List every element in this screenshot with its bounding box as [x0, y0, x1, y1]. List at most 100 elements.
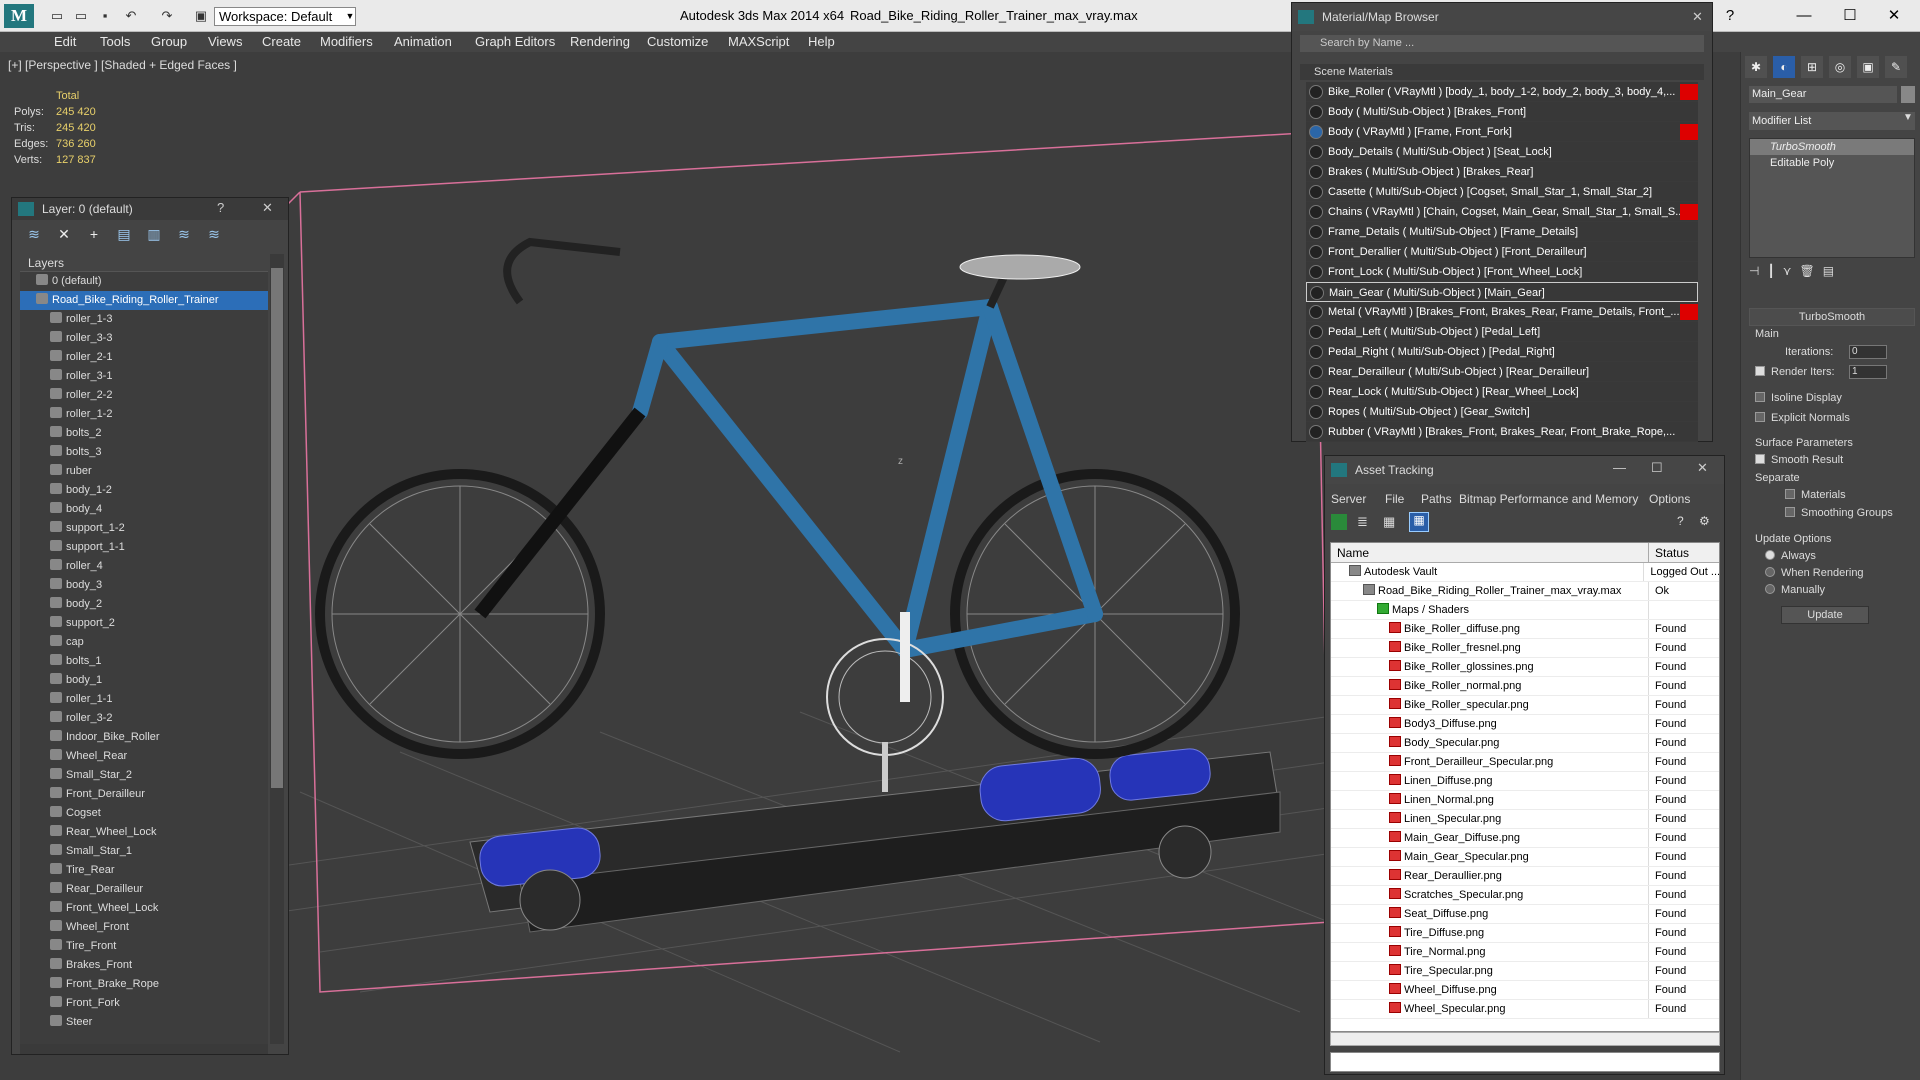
asset-row[interactable]: Linen_Normal.png Found	[1331, 791, 1719, 810]
menu-create[interactable]: Create	[262, 34, 301, 49]
layer-item[interactable]: Wheel_Rear	[20, 747, 268, 766]
material-item[interactable]: Ropes ( Multi/Sub-Object ) [Gear_Switch]	[1306, 402, 1698, 422]
always-radio[interactable]	[1765, 550, 1775, 560]
menu-group[interactable]: Group	[151, 34, 187, 49]
asset-row[interactable]: Road_Bike_Riding_Roller_Trainer_max_vray…	[1331, 582, 1719, 601]
column-name[interactable]: Name	[1331, 543, 1649, 562]
layer-item[interactable]: Cogset	[20, 804, 268, 823]
pin-stack-icon[interactable]: ⊣	[1749, 264, 1759, 284]
material-search-input[interactable]: Search by Name ...	[1300, 35, 1704, 52]
close-icon[interactable]: ✕	[1876, 4, 1912, 28]
add-icon[interactable]: +	[84, 224, 104, 244]
layer-item[interactable]: Tire_Front	[20, 937, 268, 956]
material-item[interactable]: Frame_Details ( Multi/Sub-Object ) [Fram…	[1306, 222, 1698, 242]
manually-radio[interactable]	[1765, 584, 1775, 594]
material-item[interactable]: Pedal_Left ( Multi/Sub-Object ) [Pedal_L…	[1306, 322, 1698, 342]
redo-icon[interactable]: ↷	[158, 8, 176, 24]
help-icon[interactable]: ?	[1712, 4, 1748, 28]
smoothing-groups-checkbox[interactable]	[1785, 507, 1795, 517]
layer-item[interactable]: roller_2-1	[20, 348, 268, 367]
display-tab-icon[interactable]: ▣	[1857, 56, 1879, 78]
delete-icon[interactable]: ✕	[54, 224, 74, 244]
help-icon[interactable]: ?	[1677, 514, 1693, 530]
layer-item[interactable]: body_1-2	[20, 481, 268, 500]
utilities-tab-icon[interactable]: ✎	[1885, 56, 1907, 78]
viewport-label[interactable]: [+] [Perspective ] [Shaded + Edged Faces…	[8, 58, 237, 72]
asset-table[interactable]: Name Status Autodesk Vault Logged Out ...…	[1330, 542, 1720, 1032]
create-tab-icon[interactable]: ✱	[1745, 56, 1767, 78]
layer-item[interactable]: body_2	[20, 595, 268, 614]
stack-item-turbosmooth[interactable]: TurboSmooth	[1750, 139, 1914, 155]
menu-modifiers[interactable]: Modifiers	[320, 34, 373, 49]
layer-item[interactable]: roller_1-2	[20, 405, 268, 424]
layer-item[interactable]: Brakes_Front	[20, 956, 268, 975]
stack-item-editable-poly[interactable]: Editable Poly	[1750, 155, 1914, 171]
layer-item[interactable]: Tire_Rear	[20, 861, 268, 880]
asset-row[interactable]: Linen_Diffuse.png Found	[1331, 772, 1719, 791]
modify-tab-icon[interactable]: ◐	[1773, 56, 1795, 78]
layer-item[interactable]: roller_3-3	[20, 329, 268, 348]
scene-materials-section[interactable]: Scene Materials	[1300, 64, 1704, 80]
asset-row[interactable]: Tire_Specular.png Found	[1331, 962, 1719, 981]
remove-modifier-icon[interactable]: 🗑	[1799, 264, 1814, 284]
material-item[interactable]: Pedal_Right ( Multi/Sub-Object ) [Pedal_…	[1306, 342, 1698, 362]
menu-help[interactable]: Help	[808, 34, 835, 49]
update-button[interactable]: Update	[1781, 606, 1869, 624]
layer-item[interactable]: Small_Star_2	[20, 766, 268, 785]
close-icon[interactable]: ✕	[262, 200, 273, 216]
layer-item[interactable]: Road_Bike_Riding_Roller_Trainer	[20, 291, 268, 310]
undo-icon[interactable]: ↶	[122, 8, 140, 24]
material-item[interactable]: Chains ( VRayMtl ) [Chain, Cogset, Main_…	[1306, 202, 1698, 222]
layer-item[interactable]: ruber	[20, 462, 268, 481]
layer-item[interactable]: support_1-1	[20, 538, 268, 557]
select-icon[interactable]: ▤	[114, 224, 134, 244]
asset-row[interactable]: Seat_Diffuse.png Found	[1331, 905, 1719, 924]
material-item[interactable]: Body ( VRayMtl ) [Frame, Front_Fork]	[1306, 122, 1698, 142]
thumbnail-view-icon[interactable]: ▦	[1383, 514, 1399, 530]
layer-item[interactable]: Rear_Wheel_Lock	[20, 823, 268, 842]
asset-row[interactable]: Bike_Roller_normal.png Found	[1331, 677, 1719, 696]
menu-maxscript[interactable]: MAXScript	[728, 34, 789, 49]
isoline-checkbox[interactable]	[1755, 392, 1765, 402]
menu-rendering[interactable]: Rendering	[570, 34, 630, 49]
menu-paths[interactable]: Paths	[1421, 492, 1452, 506]
menu-tools[interactable]: Tools	[100, 34, 130, 49]
hide-icon[interactable]: ≋	[174, 224, 194, 244]
layer-item[interactable]: Small_Star_1	[20, 842, 268, 861]
asset-row[interactable]: Wheel_Diffuse.png Found	[1331, 981, 1719, 1000]
asset-row[interactable]: Bike_Roller_diffuse.png Found	[1331, 620, 1719, 639]
modifier-list-dropdown[interactable]: Modifier List	[1749, 112, 1915, 130]
asset-row[interactable]: Body_Specular.png Found	[1331, 734, 1719, 753]
project-folder-icon[interactable]: ▣	[192, 8, 210, 24]
layer-item[interactable]: support_1-2	[20, 519, 268, 538]
layer-item[interactable]: Front_Wheel_Lock	[20, 899, 268, 918]
menu-customize[interactable]: Customize	[647, 34, 708, 49]
layer-item[interactable]: roller_3-2	[20, 709, 268, 728]
material-item[interactable]: Body_Details ( Multi/Sub-Object ) [Seat_…	[1306, 142, 1698, 162]
asset-row[interactable]: Bike_Roller_fresnel.png Found	[1331, 639, 1719, 658]
make-unique-icon[interactable]: ⋎	[1783, 264, 1792, 284]
layers-icon[interactable]: ≋	[24, 224, 44, 244]
layer-item[interactable]: roller_1-3	[20, 310, 268, 329]
asset-row[interactable]: Wheel_Specular.png Found	[1331, 1000, 1719, 1019]
material-list[interactable]: Bike_Roller ( VRayMtl ) [body_1, body_1-…	[1306, 82, 1698, 442]
material-item[interactable]: Rubber ( VRayMtl ) [Brakes_Front, Brakes…	[1306, 422, 1698, 442]
asset-row[interactable]: Scratches_Specular.png Found	[1331, 886, 1719, 905]
render-iters-spinner[interactable]: 1	[1849, 365, 1887, 379]
menu-bitmap-performance[interactable]: Bitmap Performance and Memory	[1459, 492, 1638, 506]
asset-row[interactable]: Bike_Roller_specular.png Found	[1331, 696, 1719, 715]
workspace-dropdown[interactable]: Workspace: Default	[214, 7, 356, 26]
material-item[interactable]: Casette ( Multi/Sub-Object ) [Cogset, Sm…	[1306, 182, 1698, 202]
layer-item[interactable]: Indoor_Bike_Roller	[20, 728, 268, 747]
layer-item[interactable]: body_4	[20, 500, 268, 519]
material-item[interactable]: Front_Lock ( Multi/Sub-Object ) [Front_W…	[1306, 262, 1698, 282]
freeze-icon[interactable]: ≋	[204, 224, 224, 244]
asset-row[interactable]: Main_Gear_Specular.png Found	[1331, 848, 1719, 867]
list-view-icon[interactable]: ≣	[1357, 514, 1373, 530]
explicit-normals-checkbox[interactable]	[1755, 412, 1765, 422]
when-rendering-radio[interactable]	[1765, 567, 1775, 577]
new-icon[interactable]: ▭	[48, 8, 66, 24]
layer-item[interactable]: Front_Fork	[20, 994, 268, 1013]
chevron-down-icon[interactable]: ▼	[1903, 112, 1913, 123]
layer-item[interactable]: bolts_3	[20, 443, 268, 462]
